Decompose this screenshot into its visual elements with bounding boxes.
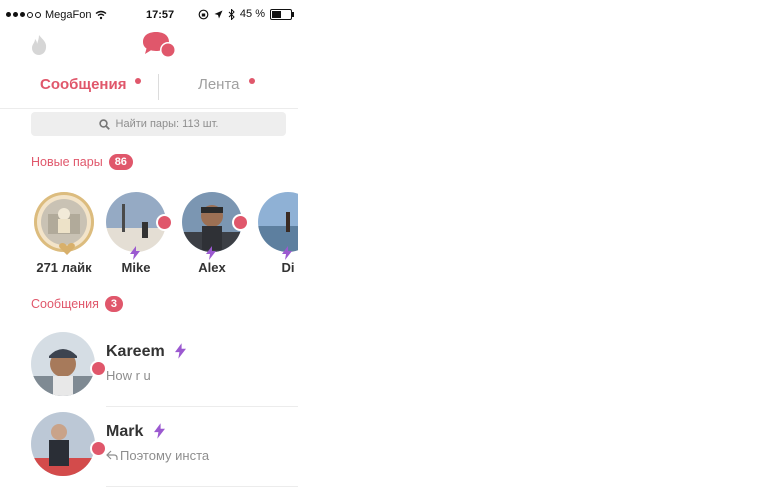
tab-messages-notification-dot	[135, 78, 141, 84]
divider	[106, 486, 298, 487]
gold-heart-icon	[59, 243, 75, 255]
likes-tile[interactable]: 271 лайк	[32, 192, 96, 275]
tab-divider	[158, 74, 159, 100]
chat-row-mark[interactable]: Mark Поэтому инста	[0, 408, 298, 487]
super-like-bolt-icon	[175, 343, 186, 359]
match-name: Alex	[198, 260, 226, 275]
clock: 17:57	[146, 9, 175, 21]
chat-name: Kareem	[106, 343, 165, 360]
unread-dot	[90, 360, 107, 377]
messages-title: Сообщения	[31, 297, 99, 311]
tab-messages[interactable]: Сообщения	[40, 76, 126, 93]
match-alex[interactable]: Alex	[180, 192, 249, 275]
match-name: Di	[281, 260, 295, 275]
tabs-bottom-border	[0, 108, 298, 109]
super-like-bolt-icon	[154, 423, 165, 439]
flame-icon[interactable]	[30, 34, 48, 56]
chat-name: Mark	[106, 423, 144, 440]
avatar	[31, 332, 95, 396]
battery-percent: 45 %	[239, 8, 265, 20]
bluetooth-icon	[228, 8, 235, 20]
search-icon	[98, 118, 110, 130]
avatar	[31, 412, 95, 476]
messages-header: Сообщения 3	[31, 296, 123, 312]
search-placeholder: Найти пары: 113 шт.	[115, 118, 219, 130]
chat-row-kareem[interactable]: Kareem How r u	[0, 328, 298, 407]
super-like-bolt-icon	[282, 246, 292, 260]
carrier-name: MegaFon	[45, 9, 92, 21]
battery-icon	[270, 8, 294, 20]
status-bar: MegaFon 17:57 45 %	[0, 0, 298, 30]
unread-dot	[232, 214, 249, 231]
lock-rotation-icon	[198, 9, 209, 19]
super-like-bolt-icon	[206, 246, 216, 260]
new-pairs-title: Новые пары	[31, 155, 103, 169]
messages-count-badge: 3	[104, 296, 123, 312]
likes-label: 271 лайк	[36, 260, 92, 275]
location-icon	[214, 10, 223, 18]
avatar	[258, 192, 298, 252]
tab-feed[interactable]: Лента	[198, 76, 240, 93]
chat-preview: Поэтому инста	[120, 448, 210, 463]
new-pairs-count-badge: 86	[108, 154, 133, 170]
tab-feed-notification-dot	[249, 78, 255, 84]
match-name: Mike	[121, 260, 151, 275]
segmented-tabs: Сообщения Лента	[0, 66, 298, 108]
match-di[interactable]: Di	[256, 192, 298, 275]
unread-dot	[90, 440, 107, 457]
search-input[interactable]: Найти пары: 113 шт.	[31, 112, 286, 136]
divider	[106, 406, 298, 407]
unread-dot	[156, 214, 173, 231]
match-mike[interactable]: Mike	[104, 192, 173, 275]
phone-screen: MegaFon 17:57 45 % Сообщения Лента Найти…	[0, 0, 298, 493]
wifi-icon	[96, 10, 107, 20]
reply-arrow-icon	[106, 450, 118, 460]
chat-preview: How r u	[106, 368, 151, 383]
chat-bubbles-icon[interactable]	[140, 30, 178, 60]
new-pairs-header: Новые пары 86	[31, 154, 133, 170]
signal-strength-icon	[6, 12, 41, 18]
super-like-bolt-icon	[130, 246, 140, 260]
